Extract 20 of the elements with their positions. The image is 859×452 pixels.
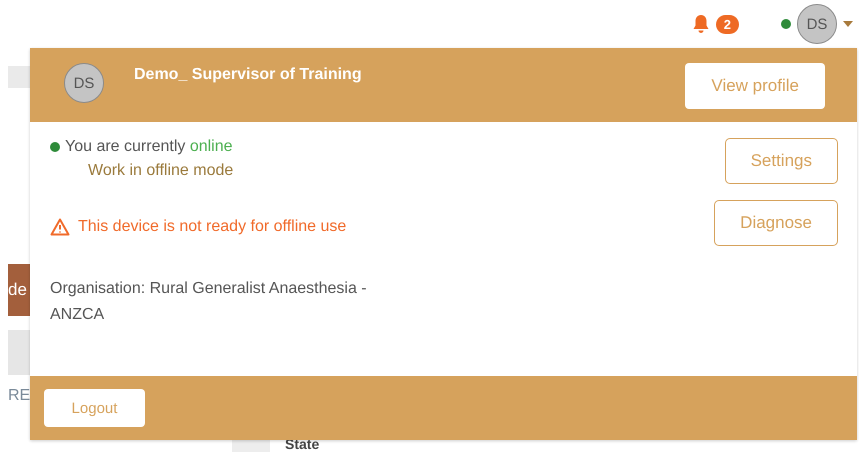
label-fragment: RE — [8, 387, 30, 405]
page-panel — [8, 330, 30, 375]
connection-status: You are currently online — [50, 138, 234, 156]
column-heading: State — [285, 437, 320, 452]
warning-message: This device is not ready for offline use — [78, 218, 346, 236]
user-name: Demo_ Supervisor of Training — [134, 66, 363, 84]
page-bar — [8, 66, 30, 88]
offline-mode-link[interactable]: Work in offline mode — [88, 162, 234, 180]
organisation-text: Organisation: Rural Generalist Anaesthesia - ANZCA — [50, 279, 368, 325]
warning-icon — [50, 218, 70, 236]
tab-fragment[interactable]: de — [8, 264, 30, 316]
diagnose-button[interactable]: Diagnose — [714, 200, 838, 246]
bell-icon[interactable] — [692, 14, 710, 34]
view-profile-button[interactable]: View profile — [685, 63, 825, 109]
user-avatar: DS — [64, 63, 104, 103]
settings-button[interactable]: Settings — [724, 138, 838, 184]
user-avatar[interactable]: DS — [797, 4, 837, 44]
caret-icon[interactable] — [843, 21, 853, 27]
logout-button[interactable]: Logout — [44, 389, 145, 427]
notification-count-badge: 2 — [716, 14, 739, 34]
